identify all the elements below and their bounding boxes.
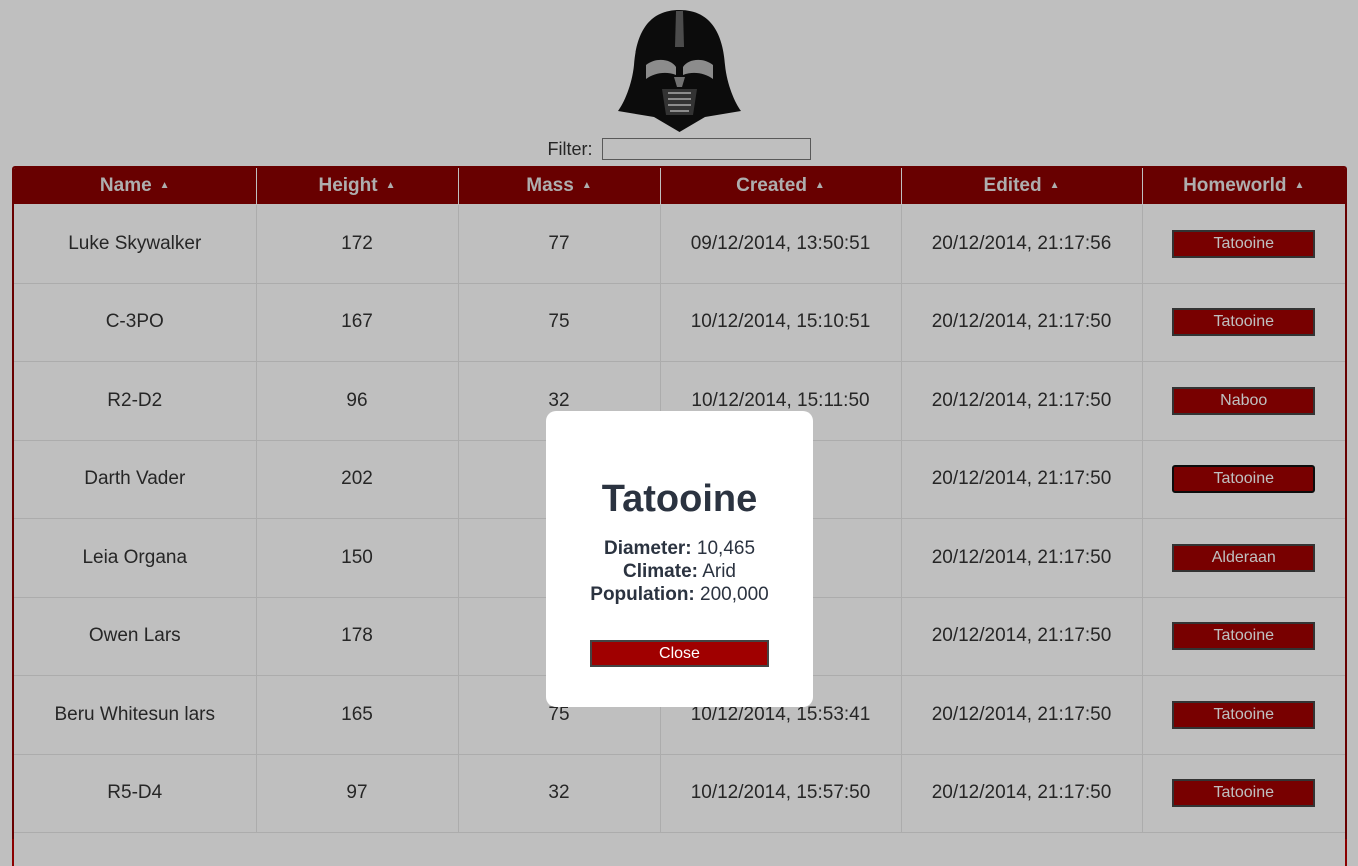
diameter-line: Diameter: 10,465 <box>546 537 813 560</box>
population-value: 200,000 <box>700 584 769 605</box>
modal-details: Diameter: 10,465 Climate: Arid Populatio… <box>546 537 813 606</box>
diameter-label: Diameter: <box>603 538 692 559</box>
population-line: Population: 200,000 <box>546 583 813 606</box>
climate-line: Climate: Arid <box>546 560 813 583</box>
modal-title: Tatooine <box>601 478 758 520</box>
climate-value: Arid <box>702 561 736 582</box>
homeworld-modal: Tatooine Diameter: 10,465 Climate: Arid … <box>546 411 813 707</box>
climate-label: Climate: <box>623 561 698 582</box>
diameter-value: 10,465 <box>696 538 756 559</box>
close-button[interactable]: Close <box>590 640 769 667</box>
page: Filter: Name ▲ Height ▲ Mass ▲ Created ▲ Edited ▲… <box>0 0 1358 866</box>
population-label: Population: <box>590 584 695 605</box>
